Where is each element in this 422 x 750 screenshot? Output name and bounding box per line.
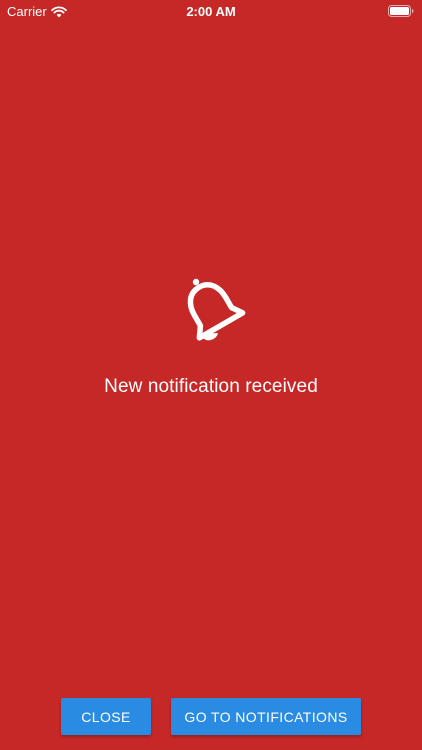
close-button[interactable]: CLOSE (61, 698, 151, 735)
action-bar: CLOSE GO TO NOTIFICATIONS (0, 698, 422, 735)
notification-content: New notification received (0, 268, 422, 398)
bell-icon (187, 278, 246, 341)
battery-icon (388, 5, 414, 17)
status-bar: Carrier 2:00 AM (0, 0, 422, 22)
notification-message: New notification received (104, 376, 318, 397)
go-to-notifications-button[interactable]: GO TO NOTIFICATIONS (171, 698, 361, 735)
status-time: 2:00 AM (186, 4, 236, 19)
